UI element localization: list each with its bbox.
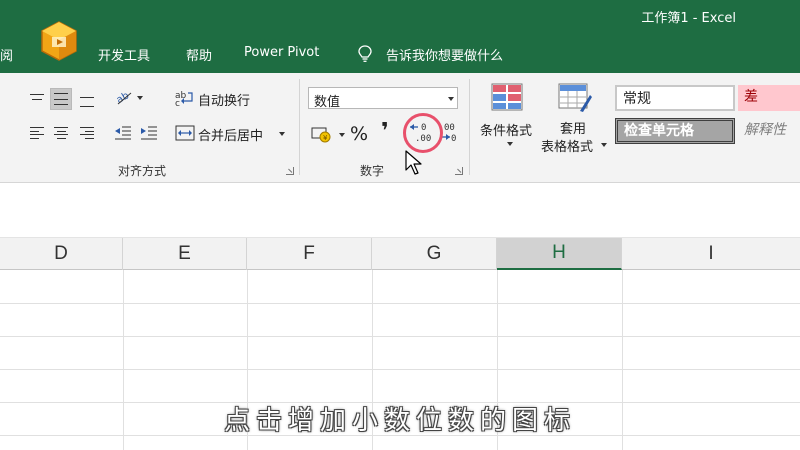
number-format-value: 数值 xyxy=(314,95,341,110)
grid-line xyxy=(0,369,800,370)
align-bottom-button[interactable] xyxy=(76,88,98,110)
percent-style-button[interactable]: % xyxy=(350,123,368,145)
wrap-text-icon-button[interactable]: ab c xyxy=(174,87,196,109)
merge-center-icon xyxy=(175,125,195,141)
increase-indent-icon xyxy=(141,126,157,140)
align-top-button[interactable] xyxy=(26,88,48,110)
align-right-icon xyxy=(80,127,94,139)
format-as-table-line2[interactable]: 表格格式 xyxy=(541,136,593,155)
merge-center-dropdown-icon[interactable] xyxy=(279,132,285,136)
group-separator xyxy=(469,79,470,175)
menu-developer[interactable]: 开发工具 xyxy=(98,45,150,64)
increase-indent-button[interactable] xyxy=(138,122,160,144)
ribbon: ab ab c 自动换行 合并后居中 对齐方式 数值 ¥ % ❜ 0 .00 0… xyxy=(0,73,800,183)
decrease-indent-icon xyxy=(115,126,131,140)
mouse-pointer-icon xyxy=(405,150,422,175)
formula-area xyxy=(0,184,800,238)
column-header-row: D E F G H I xyxy=(0,238,800,270)
lightbulb-icon xyxy=(358,45,372,62)
text-orientation-icon: ab xyxy=(115,90,143,106)
column-header-g[interactable]: G xyxy=(372,238,497,270)
wrap-text-icon: ab c xyxy=(175,91,193,107)
number-dialog-launcher-icon[interactable] xyxy=(455,167,463,175)
column-header-f[interactable]: F xyxy=(247,238,372,270)
accounting-dropdown-icon[interactable] xyxy=(339,133,345,137)
svg-text:00: 00 xyxy=(444,123,455,133)
menu-power-pivot[interactable]: Power Pivot xyxy=(244,45,319,60)
video-subtitle: 点击增加小数位数的图标 xyxy=(223,406,576,436)
alignment-group-label: 对齐方式 xyxy=(118,164,167,178)
conditional-format-icon xyxy=(491,83,523,111)
title-menu-bar: 工作簿1 - Excel 阅 开发工具 帮助 Power Pivot 告诉我你想… xyxy=(0,0,800,73)
align-center-icon xyxy=(54,127,68,139)
format-as-table-line1[interactable]: 套用 xyxy=(560,118,586,137)
merge-center-icon-button[interactable] xyxy=(174,122,196,144)
comma-style-button[interactable]: ❜ xyxy=(381,119,389,144)
highlight-circle xyxy=(403,113,443,153)
svg-text:0: 0 xyxy=(451,134,456,143)
column-header-i[interactable]: I xyxy=(622,238,800,270)
menu-view-partial[interactable]: 阅 xyxy=(0,45,13,64)
cell-style-normal[interactable]: 常规 xyxy=(615,85,735,111)
column-header-h[interactable]: H xyxy=(497,238,622,270)
orientation-button[interactable]: ab xyxy=(112,86,146,108)
format-as-table-dropdown-icon[interactable] xyxy=(601,143,607,147)
svg-text:ab: ab xyxy=(115,90,131,106)
number-format-dropdown-icon xyxy=(448,97,454,101)
tell-me-search[interactable]: 告诉我你想要做什么 xyxy=(386,45,503,64)
decrease-decimal-icon: 00 0 xyxy=(441,123,456,143)
align-center-button[interactable] xyxy=(50,122,72,144)
group-separator xyxy=(299,79,300,175)
alignment-dialog-launcher-icon[interactable] xyxy=(286,167,294,175)
wrap-text-button[interactable]: 自动换行 xyxy=(198,90,250,109)
decrease-decimal-button[interactable]: 00 0 xyxy=(440,121,462,143)
conditional-format-button[interactable]: 条件格式 xyxy=(480,120,532,139)
accounting-format-button[interactable]: ¥ xyxy=(310,123,338,145)
align-left-button[interactable] xyxy=(26,122,48,144)
align-middle-icon xyxy=(54,93,68,105)
conditional-format-dropdown-icon[interactable] xyxy=(507,142,513,146)
cell-style-bad[interactable]: 差 xyxy=(738,85,800,111)
cell-style-check[interactable]: 检查单元格 xyxy=(615,118,735,144)
accounting-format-icon: ¥ xyxy=(311,127,331,143)
excel-window: 工作簿1 - Excel 阅 开发工具 帮助 Power Pivot 告诉我你想… xyxy=(0,0,800,450)
svg-text:c: c xyxy=(175,99,180,107)
cell-style-explanatory[interactable]: 解释性 xyxy=(738,118,800,144)
watermark-logo-icon xyxy=(41,21,77,61)
merge-center-button[interactable]: 合并后居中 xyxy=(198,125,263,144)
decrease-indent-button[interactable] xyxy=(112,122,134,144)
number-format-select[interactable]: 数值 xyxy=(308,87,458,110)
align-middle-button[interactable] xyxy=(50,88,72,110)
align-right-button[interactable] xyxy=(76,122,98,144)
column-header-d[interactable]: D xyxy=(0,238,123,270)
column-header-e[interactable]: E xyxy=(123,238,247,270)
align-top-icon xyxy=(30,94,44,104)
format-as-table-icon xyxy=(558,83,592,112)
align-bottom-icon xyxy=(80,97,94,107)
align-left-icon xyxy=(30,127,44,139)
svg-text:¥: ¥ xyxy=(323,134,328,142)
number-group-label: 数字 xyxy=(360,164,385,178)
grid-line xyxy=(0,336,800,337)
window-title: 工作簿1 - Excel xyxy=(641,11,736,26)
grid-line xyxy=(0,303,800,304)
menu-help[interactable]: 帮助 xyxy=(186,45,212,64)
